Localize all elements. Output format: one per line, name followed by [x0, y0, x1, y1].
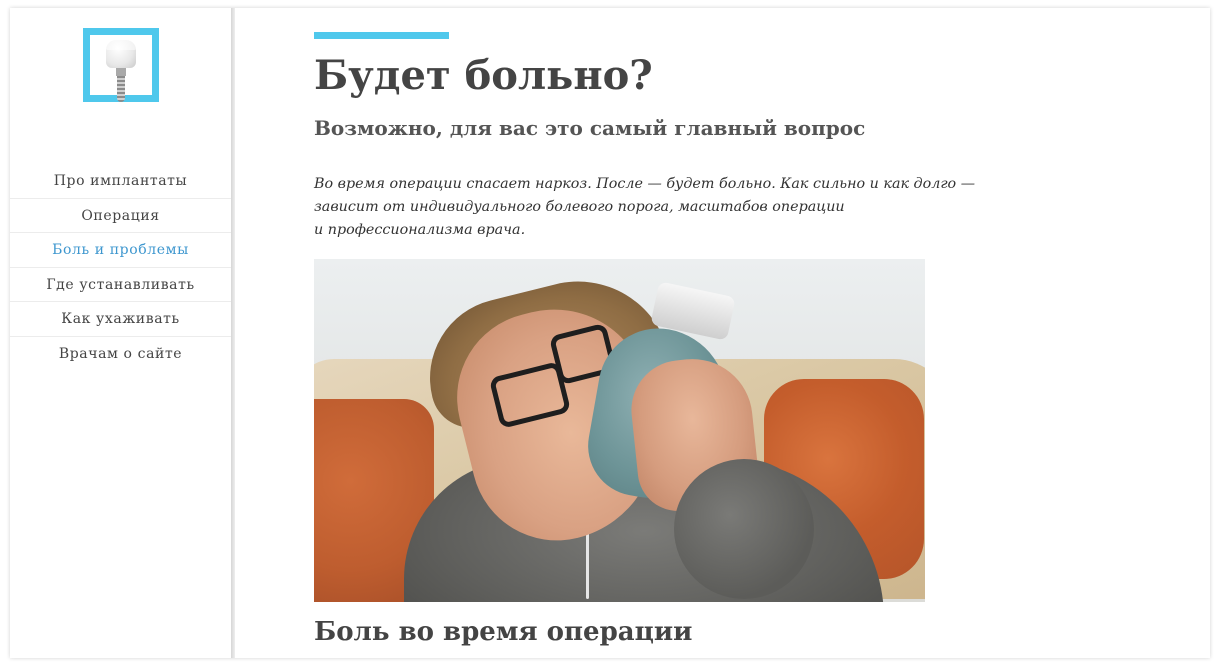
sidebar-item-operation[interactable]: Операция [10, 199, 231, 234]
sidebar-item-implants[interactable]: Про имплантаты [10, 164, 231, 199]
sidebar-item-care[interactable]: Как ухаживать [10, 302, 231, 337]
main-content: Будет больно? Возможно, для вас это самы… [314, 8, 975, 658]
sidebar-item-for-doctors[interactable]: Врачам о сайте [10, 337, 231, 372]
page-subtitle: Возможно, для вас это самый главный вопр… [314, 116, 866, 140]
site-logo[interactable] [83, 28, 159, 102]
hero-photo-man-with-ice-pack [314, 259, 925, 602]
page-frame: Про имплантаты Операция Боль и проблемы … [10, 8, 1210, 658]
lead-line: и профессионализма врача. [314, 222, 526, 238]
lead-paragraph: Во время операции спасает наркоз. После … [314, 173, 975, 242]
implant-screw-icon [117, 76, 125, 102]
sidebar-nav: Про имплантаты Операция Боль и проблемы … [10, 164, 231, 372]
sidebar-item-where[interactable]: Где устанавливать [10, 268, 231, 303]
title-accent-bar [314, 32, 449, 39]
section-heading: Боль во время операции [314, 617, 693, 647]
sidebar-divider [231, 8, 235, 658]
page-title: Будет больно? [314, 52, 653, 99]
lead-line: Во время операции спасает наркоз. После … [314, 176, 975, 192]
lead-line: зависит от индивидуального болевого поро… [314, 199, 845, 215]
dental-implant-tooth-icon [106, 40, 136, 68]
sidebar: Про имплантаты Операция Боль и проблемы … [10, 8, 233, 658]
implant-abutment-icon [116, 68, 126, 76]
sidebar-item-pain[interactable]: Боль и проблемы [10, 233, 231, 268]
